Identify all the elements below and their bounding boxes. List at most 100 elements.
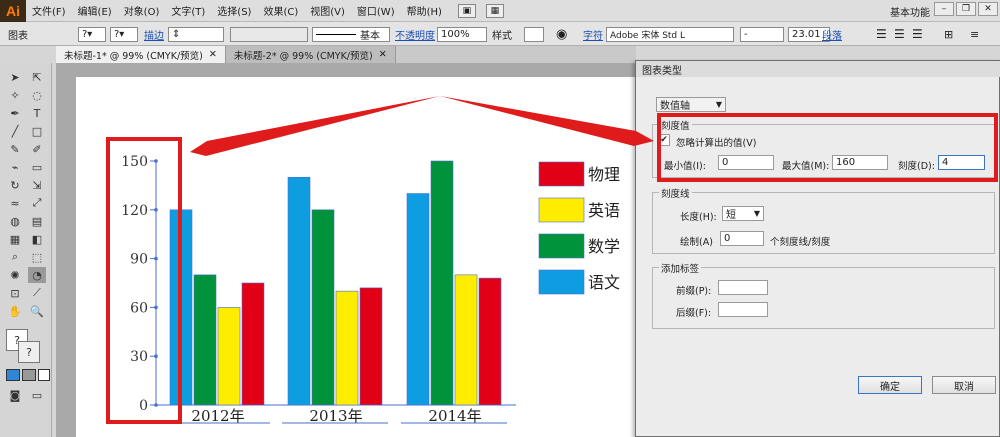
menu-object[interactable]: 对象(O) — [118, 3, 166, 18]
column-chart[interactable]: 0 30 60 90 120 150 2012年 2013年 2014年 物理英语数学语文 — [76, 77, 636, 437]
menu-file[interactable]: 文件(F) — [26, 3, 72, 18]
stroke-style-dropdown[interactable]: 基本 — [312, 26, 390, 42]
symbol-sprayer-icon[interactable]: ✺ — [6, 267, 24, 283]
y-tick-anchor — [154, 403, 158, 407]
menu-window[interactable]: 窗口(W) — [351, 3, 401, 18]
workspace-switcher[interactable]: 基本功能 — [890, 4, 930, 19]
ok-button[interactable]: 确定 — [858, 376, 922, 394]
scale-icon[interactable]: ⇲ — [28, 177, 46, 193]
tab-document-2[interactable]: 未标题-2* @ 99% (CMYK/预览) ✕ — [225, 46, 396, 63]
bar-物理 — [359, 287, 383, 406]
opacity-field[interactable]: 100% — [437, 26, 487, 42]
lasso-icon[interactable]: ◌ — [28, 87, 46, 103]
style-swatch[interactable] — [524, 26, 544, 42]
y-tick-anchor — [154, 305, 158, 310]
menu-type[interactable]: 文字(T) — [165, 3, 211, 18]
rectangle-tool-icon[interactable]: □ — [28, 123, 46, 139]
menu-view[interactable]: 视图(V) — [304, 3, 351, 18]
graph-tool-icon[interactable]: ◔ — [28, 267, 46, 283]
arrange-documents-icon[interactable]: ▦ — [485, 3, 504, 18]
recolor-icon[interactable]: ◉ — [556, 26, 567, 42]
character-label[interactable]: 字符 — [583, 26, 603, 42]
legend-swatch-物理 — [538, 161, 585, 187]
stroke-color-dropdown[interactable]: ?▾ — [110, 26, 138, 42]
hand-tool-icon[interactable]: ✋ — [6, 303, 24, 319]
free-transform-icon[interactable]: ⤢ — [28, 195, 46, 211]
opacity-label[interactable]: 不透明度 — [395, 26, 435, 42]
stroke-weight-label[interactable]: 描边 — [144, 26, 164, 42]
illustrator-window: Ai 文件(F) 编辑(E) 对象(O) 文字(T) 选择(S) 效果(C) 视… — [0, 0, 1000, 437]
bar-物理 — [478, 277, 502, 406]
shape-builder-icon[interactable]: ◍ — [6, 213, 24, 229]
screen-mode-icon[interactable]: ▭ — [28, 387, 46, 403]
add-labels-group: 添加标签 — [652, 261, 995, 329]
close-icon[interactable]: ✕ — [379, 49, 387, 60]
prefix-field[interactable] — [718, 280, 768, 295]
gradient-tool-icon[interactable]: ◧ — [28, 231, 46, 247]
axis-select[interactable]: 数值轴 ▼ — [656, 97, 726, 112]
artboard[interactable]: 0 30 60 90 120 150 2012年 2013年 2014年 物理 英语 数学 语文 — [76, 77, 636, 437]
blob-brush-icon[interactable]: ⌁ — [6, 159, 24, 175]
blend-tool-icon[interactable]: ⬚ — [28, 249, 46, 265]
pencil-icon[interactable]: ✐ — [28, 141, 46, 157]
width-tool-icon[interactable]: ≈ — [6, 195, 24, 211]
cancel-button[interactable]: 取消 — [932, 376, 996, 394]
minimize-icon[interactable]: – — [934, 2, 954, 16]
close-icon[interactable]: ✕ — [209, 49, 217, 60]
menu-effect[interactable]: 效果(C) — [257, 3, 304, 18]
align-right-icon[interactable]: ☰ — [912, 26, 923, 42]
align-center-icon[interactable]: ☰ — [894, 26, 905, 42]
menu-select[interactable]: 选择(S) — [211, 3, 257, 18]
panel-menu-icon[interactable]: ≡ — [970, 26, 979, 42]
draw-count-field[interactable]: 0 — [720, 231, 764, 246]
bar-数学 — [311, 209, 335, 406]
transform-icon[interactable]: ⊞ — [944, 26, 953, 42]
suffix-field[interactable] — [718, 302, 768, 317]
eyedropper-icon[interactable]: ⌕ — [6, 249, 24, 265]
max-value-field[interactable]: 160 — [832, 155, 888, 170]
pen-tool-icon[interactable]: ✒ — [6, 105, 24, 121]
selection-tool-icon[interactable]: ➤ — [6, 69, 24, 85]
stroke-weight-field[interactable]: ⇕ — [168, 26, 224, 42]
font-style-dropdown[interactable]: - — [740, 26, 784, 42]
y-tick-label: 30 — [130, 349, 148, 365]
bridge-icon[interactable]: ▣ — [457, 3, 476, 18]
slice-tool-icon[interactable]: ⟋ — [28, 285, 46, 301]
none-mode-icon[interactable] — [38, 369, 50, 381]
min-label: 最小值(I): — [664, 161, 706, 172]
stroke-swatch-icon[interactable]: ? — [18, 341, 40, 363]
menu-edit[interactable]: 编辑(E) — [72, 3, 118, 18]
legend-label-语文: 语文 — [588, 273, 620, 292]
canvas-area[interactable]: 0 30 60 90 120 150 2012年 2013年 2014年 物理 英语 数学 语文 — [56, 63, 636, 437]
zoom-tool-icon[interactable]: 🔍 — [28, 303, 46, 319]
y-tick-label: 120 — [121, 203, 148, 219]
close-icon[interactable]: ✕ — [978, 2, 998, 16]
type-tool-icon[interactable]: T — [28, 105, 46, 121]
color-mode-icon[interactable] — [6, 369, 20, 381]
length-dropdown[interactable]: 短 ▼ — [722, 206, 764, 221]
line-tool-icon[interactable]: ╱ — [6, 123, 24, 139]
override-checkbox[interactable]: ✔ — [658, 134, 670, 146]
tick-marks-title: 刻度线 — [659, 186, 692, 200]
magic-wand-icon[interactable]: ✧ — [6, 87, 24, 103]
direct-selection-icon[interactable]: ⇱ — [28, 69, 46, 85]
paragraph-label[interactable]: 段落 — [822, 26, 842, 42]
artboard-tool-icon[interactable]: ⊡ — [6, 285, 24, 301]
divisions-field[interactable]: 4 — [938, 155, 985, 170]
legend-swatch-英语 — [538, 197, 585, 223]
paintbrush-icon[interactable]: ✎ — [6, 141, 24, 157]
rotate-icon[interactable]: ↻ — [6, 177, 24, 193]
restore-icon[interactable]: ❐ — [956, 2, 976, 16]
mesh-tool-icon[interactable]: ▦ — [6, 231, 24, 247]
menu-help[interactable]: 帮助(H) — [401, 3, 448, 18]
eraser-icon[interactable]: ▭ — [28, 159, 46, 175]
font-family-dropdown[interactable]: Adobe 宋体 Std L — [606, 26, 734, 42]
tab-document-1[interactable]: 未标题-1* @ 99% (CMYK/预览) ✕ — [56, 46, 226, 63]
perspective-grid-icon[interactable]: ▤ — [28, 213, 46, 229]
align-left-icon[interactable]: ☰ — [876, 26, 887, 42]
draw-normal-icon[interactable]: ◙ — [6, 387, 24, 403]
fill-color-dropdown[interactable]: ?▾ — [78, 26, 106, 42]
gradient-mode-icon[interactable] — [22, 369, 36, 381]
min-value-field[interactable]: 0 — [718, 155, 774, 170]
variable-width-dropdown[interactable] — [230, 26, 308, 42]
